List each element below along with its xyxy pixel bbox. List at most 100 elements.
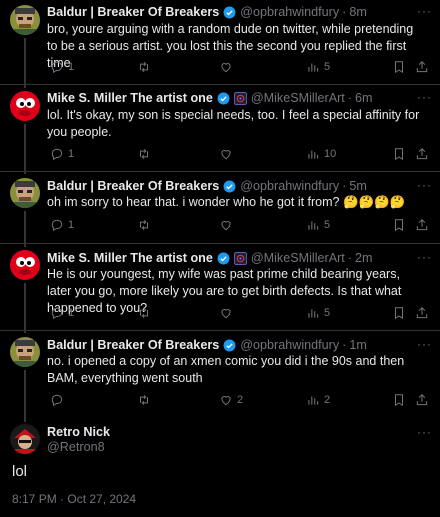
tweet[interactable]: Baldur | Breaker Of Breakers @opbrahwind… bbox=[0, 331, 440, 422]
handle[interactable]: @MikeSMillerArt bbox=[251, 251, 345, 265]
like-button[interactable] bbox=[219, 147, 237, 161]
avatar[interactable] bbox=[10, 178, 40, 208]
retweet-button[interactable] bbox=[137, 218, 155, 232]
reply-count: 1 bbox=[68, 219, 75, 231]
display-name[interactable]: Baldur | Breaker Of Breakers bbox=[47, 179, 219, 193]
verified-icon bbox=[217, 92, 230, 104]
more-icon[interactable]: ··· bbox=[417, 337, 432, 351]
views-button[interactable]: 2 bbox=[306, 393, 330, 407]
tweet[interactable]: Mike S. Miller The artist one @MikeSMill… bbox=[0, 85, 440, 174]
tweet[interactable]: Baldur | Breaker Of Breakers @opbrahwind… bbox=[0, 0, 440, 88]
display-name[interactable]: Baldur | Breaker Of Breakers bbox=[47, 338, 219, 352]
affiliate-badge-icon[interactable] bbox=[233, 251, 247, 265]
tweet-actions: 1 5 bbox=[47, 60, 432, 76]
more-icon[interactable]: ··· bbox=[417, 90, 432, 104]
tweet[interactable]: Mike S. Miller The artist one @MikeSMill… bbox=[0, 244, 440, 333]
views-button[interactable]: 5 bbox=[306, 306, 330, 320]
like-icon bbox=[221, 309, 231, 319]
more-icon[interactable]: ··· bbox=[417, 178, 432, 192]
share-icon bbox=[416, 219, 428, 231]
handle[interactable]: @opbrahwindfury bbox=[240, 338, 339, 352]
timestamp[interactable]: 2m bbox=[355, 251, 373, 265]
reply-button[interactable]: 1 bbox=[50, 218, 74, 232]
avatar[interactable] bbox=[10, 337, 40, 367]
tweet-timestamp[interactable]: 8:17 PM · Oct 27, 2024 bbox=[12, 492, 136, 506]
share-icon bbox=[416, 148, 428, 160]
views-icon bbox=[308, 150, 319, 159]
retweet-button[interactable] bbox=[137, 393, 155, 407]
like-icon bbox=[221, 221, 231, 231]
avatar[interactable] bbox=[10, 91, 40, 121]
retweet-button[interactable] bbox=[137, 147, 155, 161]
like-icon bbox=[221, 63, 231, 73]
timestamp[interactable]: 6m bbox=[355, 91, 373, 105]
like-count: 2 bbox=[237, 394, 244, 406]
timestamp[interactable]: 8m bbox=[349, 5, 367, 19]
verified-icon bbox=[223, 180, 236, 192]
share-button[interactable] bbox=[415, 306, 429, 320]
reply-count: 1 bbox=[68, 307, 75, 319]
retweet-button[interactable] bbox=[137, 306, 155, 320]
bookmark-icon bbox=[395, 148, 403, 161]
bookmark-icon bbox=[395, 219, 403, 232]
tweet-text: lol. It's okay, my son is special needs,… bbox=[47, 108, 420, 139]
like-button[interactable] bbox=[219, 306, 237, 320]
bookmark-button[interactable] bbox=[392, 393, 406, 407]
display-name[interactable]: Retro Nick bbox=[47, 425, 110, 439]
more-icon[interactable]: ··· bbox=[417, 250, 432, 264]
affiliate-badge-icon[interactable] bbox=[233, 91, 247, 105]
view-count: 5 bbox=[324, 307, 331, 319]
bookmark-button[interactable] bbox=[392, 147, 406, 161]
bookmark-button[interactable] bbox=[392, 306, 406, 320]
avatar[interactable] bbox=[10, 424, 40, 454]
views-button[interactable]: 5 bbox=[306, 60, 330, 74]
like-icon bbox=[221, 150, 231, 160]
timestamp[interactable]: 1m bbox=[349, 338, 367, 352]
reply-count: 1 bbox=[68, 148, 75, 160]
more-icon[interactable]: ··· bbox=[417, 4, 432, 18]
view-count: 10 bbox=[324, 148, 337, 160]
tweet-actions: 1 5 bbox=[47, 306, 432, 322]
bookmark-button[interactable] bbox=[392, 60, 406, 74]
share-icon bbox=[416, 61, 428, 73]
reply-button[interactable]: 1 bbox=[50, 306, 74, 320]
share-icon bbox=[416, 307, 428, 319]
reply-button[interactable] bbox=[50, 393, 68, 407]
tweet-actions: 2 2 bbox=[47, 393, 432, 409]
handle[interactable]: @MikeSMillerArt bbox=[251, 91, 345, 105]
display-name[interactable]: Mike S. Miller The artist one bbox=[47, 251, 213, 265]
avatar[interactable] bbox=[10, 250, 40, 280]
like-icon bbox=[221, 396, 231, 406]
timestamp[interactable]: 5m bbox=[349, 179, 367, 193]
share-button[interactable] bbox=[415, 218, 429, 232]
views-button[interactable]: 10 bbox=[306, 147, 336, 161]
views-icon bbox=[308, 309, 319, 318]
like-button[interactable] bbox=[219, 218, 237, 232]
share-button[interactable] bbox=[415, 147, 429, 161]
views-button[interactable]: 5 bbox=[306, 218, 330, 232]
reply-icon bbox=[51, 219, 63, 232]
views-icon bbox=[308, 63, 319, 72]
tweet[interactable]: Baldur | Breaker Of Breakers @opbrahwind… bbox=[0, 172, 440, 247]
handle[interactable]: @opbrahwindfury bbox=[240, 5, 339, 19]
reply-count: 1 bbox=[68, 61, 75, 73]
share-button[interactable] bbox=[415, 60, 429, 74]
tweet-header: Baldur | Breaker Of Breakers @opbrahwind… bbox=[47, 3, 432, 21]
tweet-header: Mike S. Miller The artist one @MikeSMill… bbox=[47, 249, 432, 267]
bookmark-button[interactable] bbox=[392, 218, 406, 232]
reply-button[interactable]: 1 bbox=[50, 147, 74, 161]
reply-button[interactable]: 1 bbox=[50, 60, 74, 74]
display-name[interactable]: Baldur | Breaker Of Breakers bbox=[47, 5, 219, 19]
handle[interactable]: @opbrahwindfury bbox=[240, 179, 339, 193]
share-button[interactable] bbox=[415, 393, 429, 407]
views-icon bbox=[308, 396, 319, 405]
avatar[interactable] bbox=[10, 5, 40, 35]
retweet-button[interactable] bbox=[137, 60, 155, 74]
like-button[interactable]: 2 bbox=[219, 393, 243, 407]
bookmark-icon bbox=[395, 394, 403, 407]
display-name[interactable]: Mike S. Miller The artist one bbox=[47, 91, 213, 105]
tweet-header: Baldur | Breaker Of Breakers @opbrahwind… bbox=[47, 336, 432, 354]
handle[interactable]: @Retron8 bbox=[47, 440, 105, 454]
more-icon[interactable]: ··· bbox=[417, 425, 432, 439]
like-button[interactable] bbox=[219, 60, 237, 74]
